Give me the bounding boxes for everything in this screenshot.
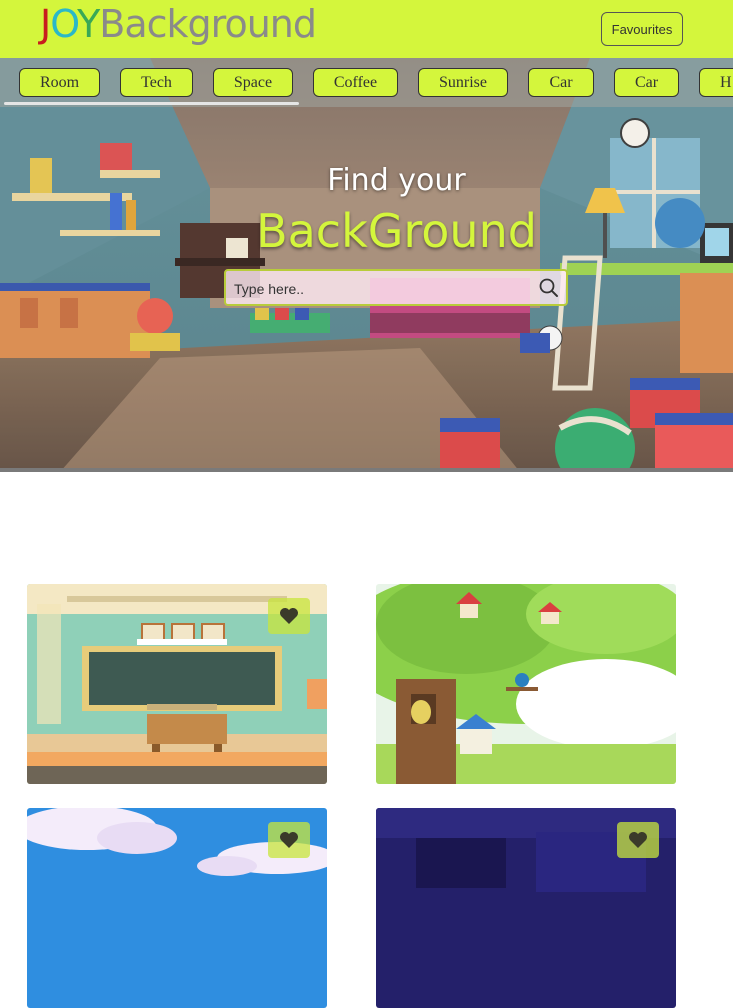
- favourite-button[interactable]: [268, 598, 310, 634]
- heart-icon: [280, 832, 298, 848]
- wallpaper-image-treehouse: [376, 584, 676, 784]
- category-space[interactable]: Space: [213, 68, 293, 97]
- hero-divider: [0, 468, 733, 472]
- hero-background-image: [0, 58, 733, 472]
- logo-letter-y: Y: [77, 2, 100, 46]
- logo-letter-o: O: [50, 2, 78, 46]
- category-h[interactable]: H: [699, 68, 733, 97]
- wallpaper-card-sky[interactable]: [27, 808, 327, 1008]
- wallpaper-card-classroom[interactable]: [27, 584, 327, 784]
- category-bar[interactable]: Room Tech Space Coffee Sunrise Car Car H: [0, 58, 733, 107]
- hero-title-line2: BackGround: [256, 204, 537, 258]
- favourite-button[interactable]: [268, 822, 310, 858]
- hero-title-line1: Find your: [327, 163, 466, 198]
- wallpaper-card-treehouse[interactable]: [376, 584, 676, 784]
- logo[interactable]: JOYBackground: [40, 2, 317, 46]
- search-box: [224, 269, 568, 306]
- logo-letter-j: J: [40, 2, 51, 46]
- favourite-button[interactable]: [617, 822, 659, 858]
- category-car[interactable]: Car: [528, 68, 594, 97]
- category-scrollbar[interactable]: [0, 102, 733, 106]
- heart-icon: [629, 832, 647, 848]
- category-car-2[interactable]: Car: [614, 68, 679, 97]
- category-coffee[interactable]: Coffee: [313, 68, 398, 97]
- search-input[interactable]: [232, 277, 526, 301]
- category-tech[interactable]: Tech: [120, 68, 193, 97]
- hero-section: Room Tech Space Coffee Sunrise Car Car H…: [0, 58, 733, 472]
- site-header: JOYBackground Favourites: [0, 0, 733, 58]
- category-sunrise[interactable]: Sunrise: [418, 68, 508, 97]
- favourites-button[interactable]: Favourites: [601, 12, 683, 46]
- heart-icon: [280, 608, 298, 624]
- category-scrollbar-thumb[interactable]: [4, 102, 299, 105]
- category-room[interactable]: Room: [19, 68, 100, 97]
- logo-text: Background: [99, 2, 317, 46]
- search-icon[interactable]: [537, 276, 561, 300]
- wallpaper-card-dark[interactable]: [376, 808, 676, 1008]
